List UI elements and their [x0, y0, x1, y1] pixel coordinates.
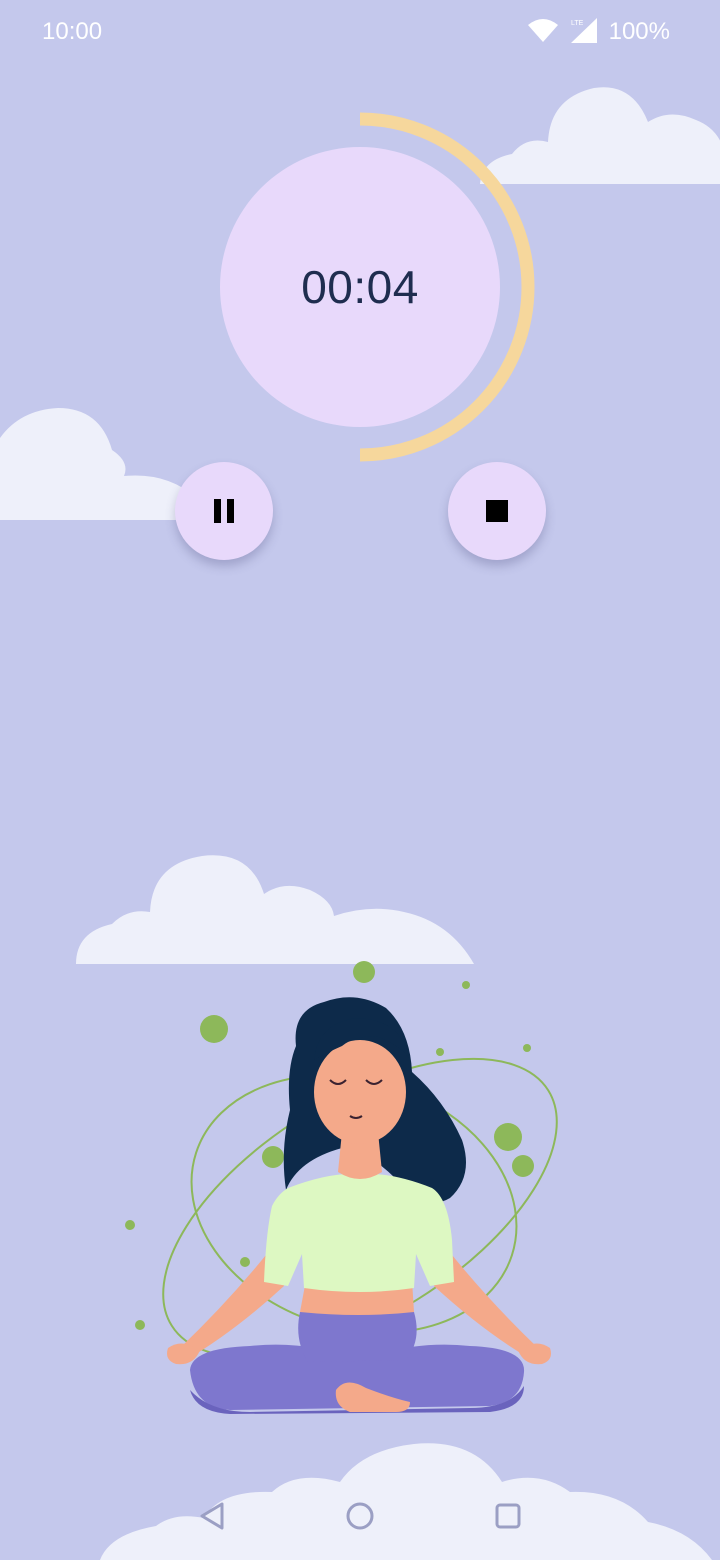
pause-bar-left	[214, 499, 221, 523]
recents-square-icon	[495, 1503, 521, 1529]
stop-button[interactable]	[448, 462, 546, 560]
cloud-mid-left	[0, 408, 196, 520]
lte-label: LTE	[571, 20, 584, 27]
status-indicators: LTE 100%	[527, 18, 670, 46]
meditating-woman-illustration	[125, 961, 558, 1414]
face	[314, 1040, 406, 1144]
green-dot	[494, 1123, 522, 1151]
timer-display: 00:04	[301, 261, 419, 313]
timer: 00:04	[200, 107, 540, 467]
pause-button[interactable]	[175, 462, 273, 560]
pause-icon	[214, 499, 234, 523]
back-triangle-icon	[200, 1502, 224, 1530]
timer-face: 00:04	[220, 147, 500, 427]
green-dot	[353, 961, 375, 983]
status-time: 10:00	[42, 18, 103, 45]
green-dot	[262, 1146, 284, 1168]
recents-button[interactable]	[488, 1496, 528, 1536]
green-dot	[135, 1320, 145, 1330]
status-bar: 10:00 LTE 100%	[0, 0, 720, 64]
green-dot	[200, 1015, 228, 1043]
green-dot	[125, 1220, 135, 1230]
pants	[298, 1309, 417, 1362]
battery-percentage: 100%	[608, 18, 670, 45]
status-icons: LTE	[527, 18, 599, 44]
pause-bar-right	[227, 499, 234, 523]
navigation-bar	[0, 1478, 720, 1560]
green-dot	[512, 1155, 534, 1177]
back-button[interactable]	[192, 1496, 232, 1536]
lte-signal-icon: LTE	[570, 18, 597, 43]
home-circle-icon	[346, 1502, 374, 1530]
green-dot	[523, 1044, 531, 1052]
green-dot	[462, 981, 470, 989]
wifi-icon	[527, 19, 558, 42]
home-button[interactable]	[340, 1496, 380, 1536]
green-dot	[436, 1048, 444, 1056]
green-dot	[240, 1257, 250, 1267]
shirt	[264, 1173, 454, 1292]
stop-icon	[486, 500, 508, 522]
